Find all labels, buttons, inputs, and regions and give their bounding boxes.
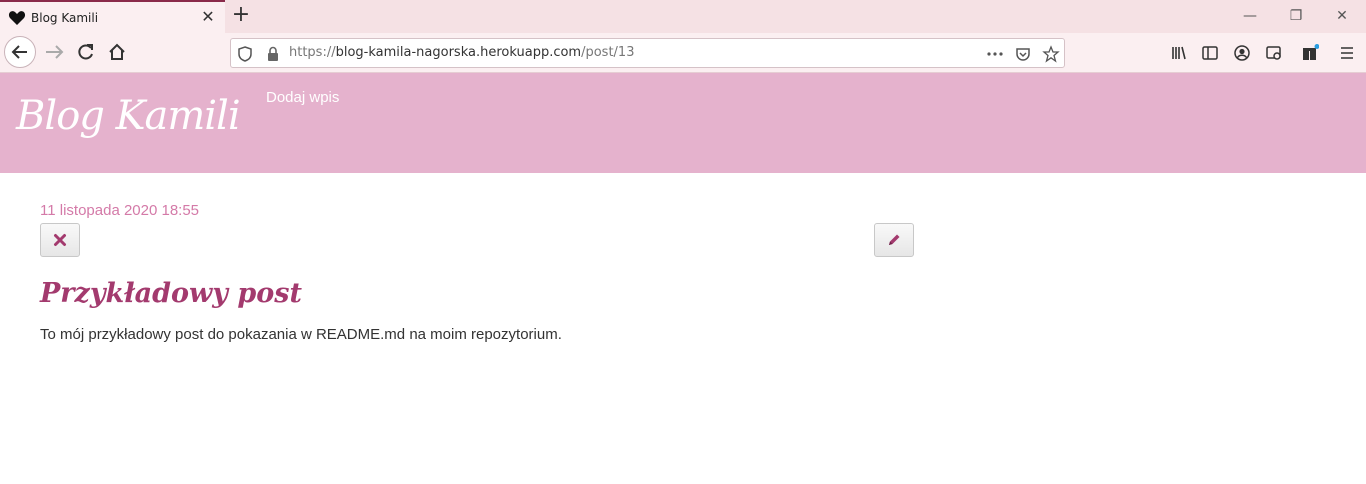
forward-icon[interactable] <box>40 37 70 67</box>
post-date: 11 listopada 2020 18:55 <box>40 202 200 219</box>
shield-icon[interactable] <box>236 45 254 63</box>
post-title: Przykładowy post <box>40 278 302 309</box>
back-icon[interactable] <box>4 36 36 68</box>
url-host: blog-kamila-nagorska.herokuapp.com <box>335 45 582 60</box>
screenshot-icon[interactable] <box>1265 44 1283 62</box>
restore-icon[interactable]: ❐ <box>1281 6 1311 26</box>
tab-strip: Blog Kamili ✕ + — ❐ ✕ <box>0 0 1366 33</box>
menu-icon[interactable] <box>1338 44 1356 62</box>
minimize-icon[interactable]: — <box>1235 6 1265 26</box>
pencil-icon <box>875 224 913 256</box>
site-header: Blog Kamili Dodaj wpis <box>0 73 1366 173</box>
url-scheme: https:// <box>289 45 336 60</box>
close-icon[interactable]: ✕ <box>199 8 217 26</box>
x-icon <box>41 224 79 256</box>
site-brand[interactable]: Blog Kamili <box>16 93 241 139</box>
lock-icon[interactable] <box>264 45 282 63</box>
plus-icon[interactable]: + <box>229 4 253 28</box>
add-post-link[interactable]: Dodaj wpis <box>266 89 339 106</box>
library-icon[interactable] <box>1170 44 1188 62</box>
tab-title: Blog Kamili <box>31 11 99 25</box>
url-bar[interactable]: https://blog-kamila-nagorska.herokuapp.c… <box>230 38 1065 68</box>
sidebar-icon[interactable] <box>1201 44 1219 62</box>
tab-blog-kamili[interactable]: Blog Kamili ✕ <box>0 0 225 33</box>
delete-post-button[interactable] <box>40 223 80 257</box>
reload-icon[interactable] <box>71 37 101 67</box>
url-path: /post/13 <box>581 45 635 60</box>
account-icon[interactable] <box>1233 44 1251 62</box>
heart-icon <box>8 9 26 27</box>
url-text[interactable]: https://blog-kamila-nagorska.herokuapp.c… <box>289 45 634 60</box>
window-close-icon[interactable]: ✕ <box>1327 6 1357 26</box>
star-icon[interactable] <box>1042 45 1060 63</box>
pocket-icon[interactable] <box>1014 45 1032 63</box>
home-icon[interactable] <box>102 37 132 67</box>
extensions-icon[interactable] <box>1301 44 1320 62</box>
more-icon[interactable] <box>986 45 1004 63</box>
post-body: To mój przykładowy post do pokazania w R… <box>40 326 562 343</box>
edit-post-button[interactable] <box>874 223 914 257</box>
navigation-bar: https://blog-kamila-nagorska.herokuapp.c… <box>0 33 1366 73</box>
